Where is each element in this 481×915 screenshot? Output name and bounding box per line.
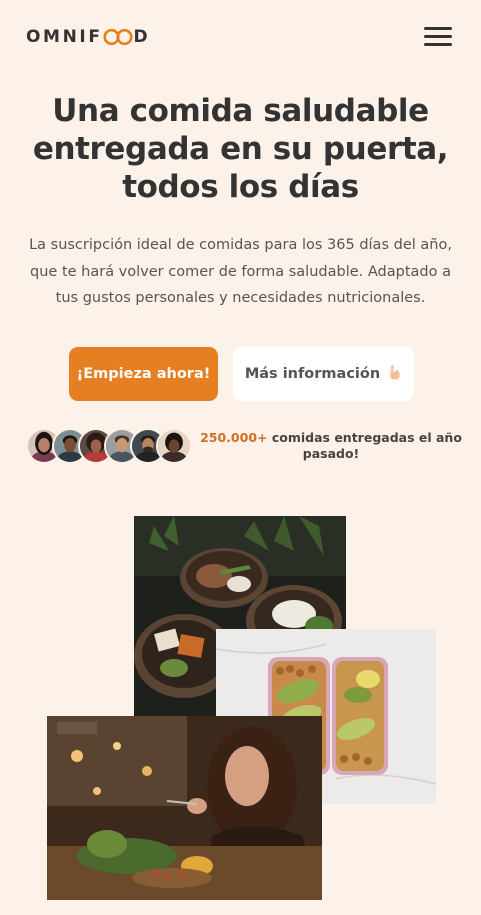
pointing-down-hand-icon <box>386 364 402 384</box>
start-now-label: ¡Empieza ahora! <box>76 366 211 382</box>
meals-delivered-label: comidas entregadas el año pasado! <box>267 430 462 461</box>
logo-text-end: D <box>133 27 151 47</box>
meals-delivered-text: 250.000+ comidas entregadas el año pasad… <box>200 430 462 462</box>
omnifood-logo[interactable]: OMNIF D <box>26 27 150 47</box>
customer-avatars <box>26 428 196 464</box>
avatar <box>156 428 192 464</box>
header: OMNIF D <box>0 0 481 74</box>
hero-title: Una comida saludable entregada en su pue… <box>32 93 449 205</box>
more-info-button[interactable]: Más información <box>233 347 414 401</box>
hero-description: La suscripción ideal de comidas para los… <box>29 237 452 306</box>
more-info-label: Más información <box>244 366 381 382</box>
logo-text-start: OMNIF <box>26 27 103 47</box>
start-now-button[interactable]: ¡Empieza ahora! <box>69 347 218 401</box>
woman-eating-photo <box>47 716 322 900</box>
meals-delivered-count: 250.000+ <box>200 430 268 445</box>
hamburger-menu-icon[interactable] <box>424 25 452 47</box>
infinity-logo-icon <box>102 28 133 46</box>
